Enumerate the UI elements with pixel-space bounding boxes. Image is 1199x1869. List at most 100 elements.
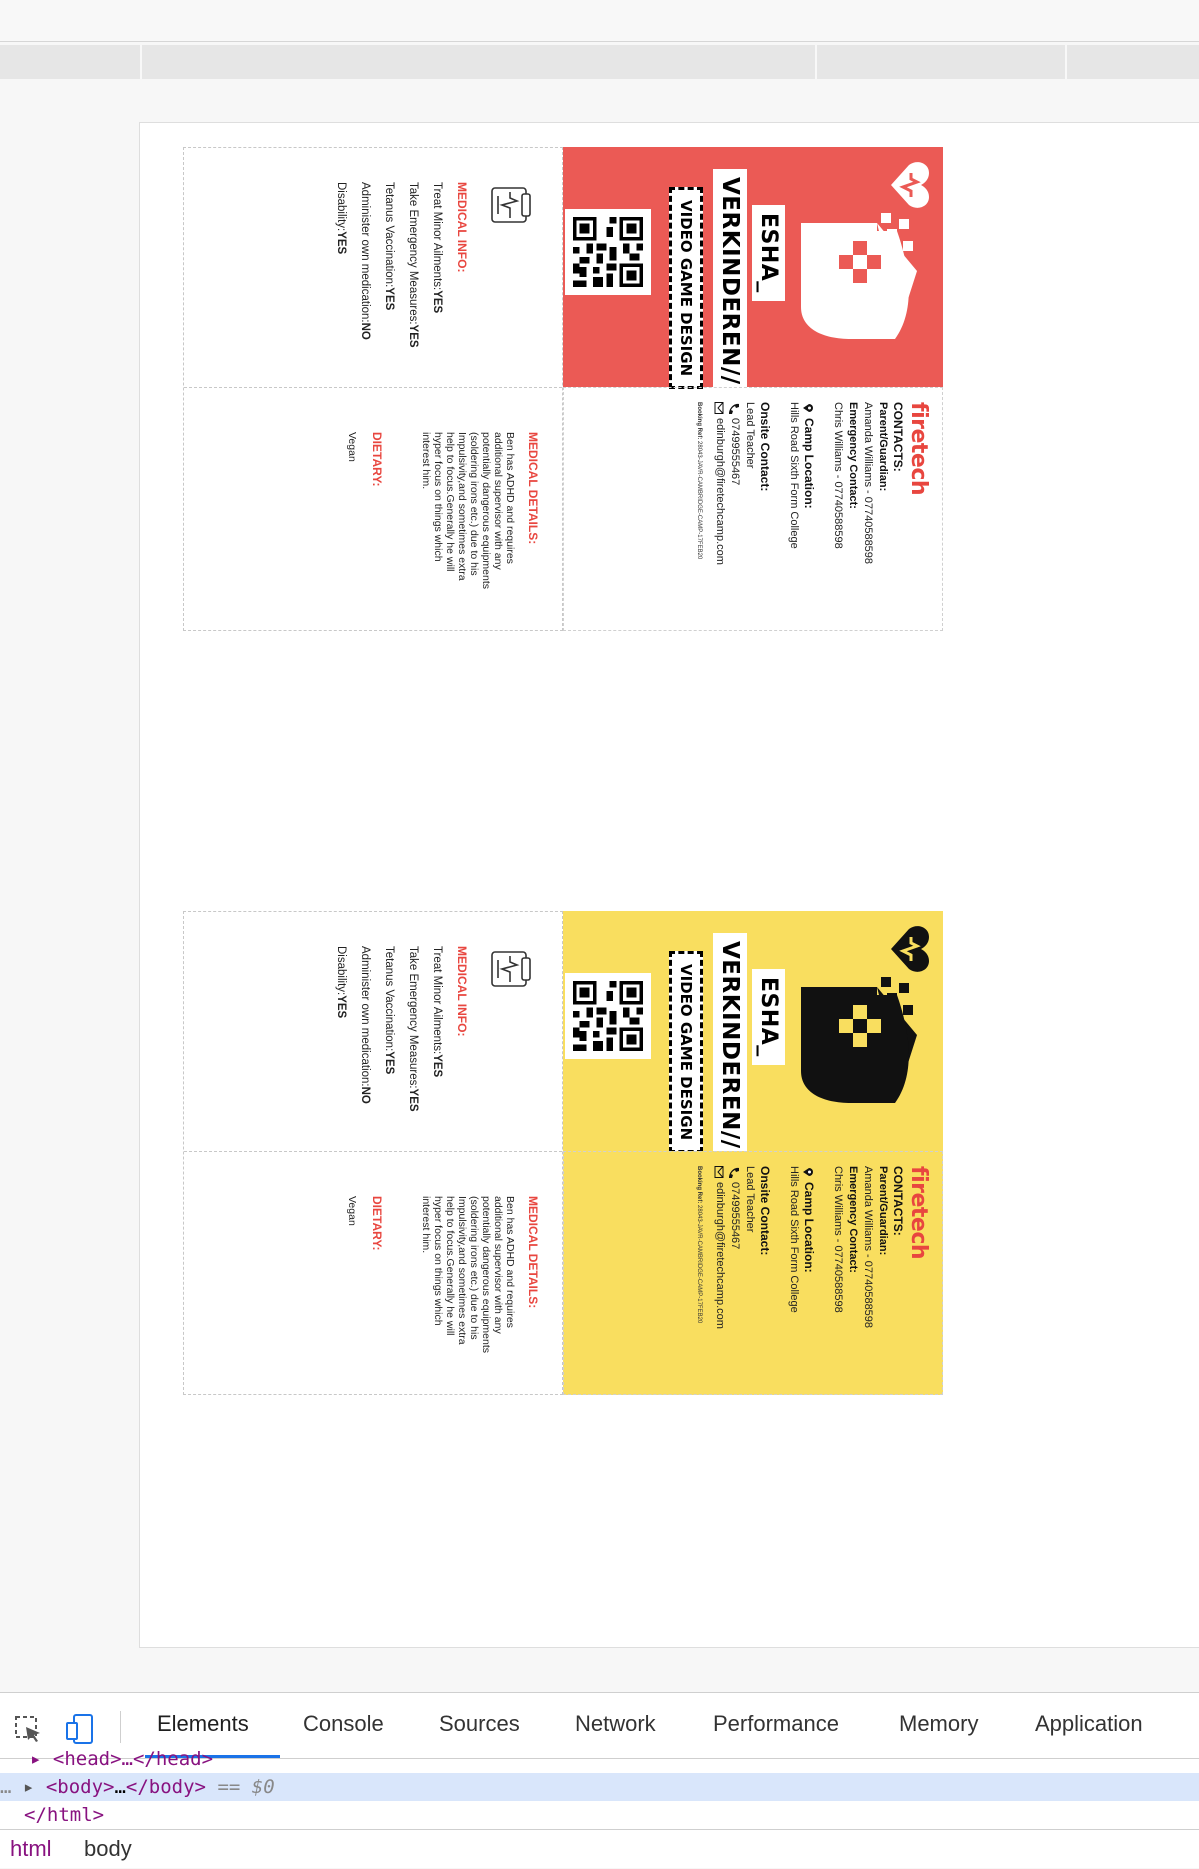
dietary-value: Vegan bbox=[346, 432, 358, 462]
camper-first-name: ESHA_ bbox=[752, 969, 785, 1065]
medical-details-text: Ben has ADHD and requires additional sup… bbox=[420, 432, 516, 590]
minor-ailments-label: Treat Minor Ailments: bbox=[431, 946, 443, 1055]
qr-code bbox=[565, 209, 651, 295]
firetech-logo: firetech bbox=[906, 402, 931, 496]
disability-value: YES bbox=[335, 995, 347, 1019]
parent-value: Amanda Williams - 07740588598 bbox=[862, 402, 874, 565]
dom-dots: … bbox=[0, 1776, 12, 1798]
dietary-heading: DIETARY: bbox=[370, 432, 384, 487]
emergency-measures-label: Take Emergency Measures: bbox=[407, 182, 419, 325]
onsite-contact-value: Lead Teacher bbox=[744, 402, 756, 469]
onsite-contact-label: Onsite Contact: bbox=[758, 402, 772, 492]
contacts-heading: CONTACTS: bbox=[891, 402, 905, 472]
devtools-panel: Elements Console Sources Network Perform… bbox=[0, 1692, 1199, 1868]
mail-icon bbox=[715, 402, 724, 414]
minor-ailments-label: Treat Minor Ailments: bbox=[431, 182, 443, 291]
device-toolbar-icon[interactable] bbox=[64, 1713, 96, 1745]
tetanus-value: YES bbox=[383, 287, 395, 311]
parent-label: Parent/Guardian: bbox=[877, 402, 889, 492]
contacts-heading: CONTACTS: bbox=[891, 1166, 905, 1236]
dom-body-open[interactable]: <body> bbox=[46, 1776, 115, 1798]
pixel-mascot-icon bbox=[801, 213, 917, 339]
emergency-measures: Take Emergency Measures:YES bbox=[407, 182, 419, 373]
dom-body-line[interactable]: … ▸ <body>…</body> == $0 bbox=[0, 1773, 1199, 1801]
dietary-heading: DIETARY: bbox=[370, 1196, 384, 1251]
dom-head-node[interactable]: <head>…</head> bbox=[53, 1748, 213, 1770]
phone-number: 07499555467 bbox=[729, 418, 741, 486]
devtools-separator bbox=[120, 1711, 121, 1743]
booking-ref: Booking Ref: 28043-JAVR-CAMBRIDGE-CAMP-1… bbox=[691, 1166, 706, 1376]
emergency-value: Chris Williams - 07740588598 bbox=[832, 402, 844, 549]
onsite-contact-value: Lead Teacher bbox=[744, 1166, 756, 1233]
emergency-value: Chris Williams - 07740588598 bbox=[832, 1166, 844, 1313]
emergency-label: Emergency Contact: bbox=[847, 1166, 859, 1273]
course-name: VIDEO GAME DESIGN bbox=[669, 951, 703, 1154]
contacts-panel: firetech CONTACTS: Parent/Guardian: Aman… bbox=[563, 1151, 943, 1395]
page-viewport[interactable]: ESHA_ VERKINDEREN// VIDEO GAME DESIGN fi… bbox=[0, 80, 1199, 1692]
phone-icon bbox=[729, 403, 740, 414]
dom-html-close: </html> bbox=[0, 1801, 1199, 1829]
contacts-panel: firetech CONTACTS: Parent/Guardian: Aman… bbox=[563, 387, 943, 631]
toolbar-segment bbox=[1065, 45, 1199, 79]
booking-ref: Booking Ref: 28043-JAVR-CAMBRIDGE-CAMP-1… bbox=[691, 402, 706, 612]
tab-network[interactable]: Network bbox=[575, 1711, 656, 1737]
minor-ailments-value: YES bbox=[431, 1054, 443, 1078]
dom-html-close-node: </html> bbox=[24, 1804, 105, 1826]
dom-head-line[interactable]: ▸ <head>…</head> bbox=[0, 1745, 1199, 1773]
front-logo-panel: ESHA_ VERKINDEREN// VIDEO GAME DESIGN bbox=[563, 147, 943, 393]
camp-location-value: Hills Road Sixth Form College bbox=[788, 1166, 800, 1313]
medical-info-panel: MEDICAL INFO: Treat Minor Ailments:YES T… bbox=[184, 148, 562, 388]
location-pin-icon bbox=[803, 1168, 814, 1176]
own-medication-value: NO bbox=[359, 1086, 371, 1104]
medical-record-icon bbox=[491, 951, 531, 987]
tetanus-vaccination: Tetanus Vaccination:YES bbox=[383, 946, 395, 1137]
tetanus-value: YES bbox=[383, 1051, 395, 1075]
browser-toolbar bbox=[0, 45, 1199, 79]
breadcrumb: html body bbox=[0, 1829, 1199, 1869]
emergency-label: Emergency Contact: bbox=[847, 402, 859, 509]
medical-details-heading: MEDICAL DETAILS: bbox=[526, 1196, 540, 1309]
print-page: ESHA_ VERKINDEREN// VIDEO GAME DESIGN fi… bbox=[139, 122, 1199, 1648]
tab-application[interactable]: Application bbox=[1035, 1711, 1143, 1737]
camper-first-name: ESHA_ bbox=[752, 205, 785, 301]
tab-performance[interactable]: Performance bbox=[713, 1711, 839, 1737]
medical-record-icon bbox=[491, 187, 531, 223]
tab-sources[interactable]: Sources bbox=[439, 1711, 520, 1737]
browser-top-strip bbox=[0, 0, 1199, 42]
location-pin-icon bbox=[803, 404, 814, 412]
disability: Disability:YES bbox=[335, 182, 347, 373]
minor-ailments: Treat Minor Ailments:YES bbox=[431, 946, 443, 1137]
dom-body-close[interactable]: </body> bbox=[126, 1776, 206, 1798]
medical-details-text: Ben has ADHD and requires additional sup… bbox=[420, 1196, 516, 1354]
breadcrumb-html[interactable]: html bbox=[10, 1836, 52, 1862]
onsite-contact-label: Onsite Contact: bbox=[758, 1166, 772, 1256]
medical-info-heading: MEDICAL INFO: bbox=[455, 182, 469, 273]
heart-ticket-icon bbox=[891, 926, 929, 972]
booking-ref-value: 28043-JAVR-CAMBRIDGE-CAMP-17FEB20 bbox=[696, 441, 702, 560]
phone-icon bbox=[729, 1167, 740, 1178]
medical-info-heading: MEDICAL INFO: bbox=[455, 946, 469, 1037]
parent-label: Parent/Guardian: bbox=[877, 1166, 889, 1256]
tab-elements[interactable]: Elements bbox=[157, 1711, 249, 1737]
dietary-value: Vegan bbox=[346, 1196, 358, 1226]
parent-value: Amanda Williams - 07740588598 bbox=[862, 1166, 874, 1329]
email-address: edinburgh@firetechcamp.com bbox=[714, 418, 726, 565]
toolbar-segment bbox=[140, 45, 815, 79]
own-medication-label: Administer own medication: bbox=[359, 946, 371, 1087]
tab-console[interactable]: Console bbox=[303, 1711, 384, 1737]
booking-ref-value: 28043-JAVR-CAMBRIDGE-CAMP-17FEB20 bbox=[696, 1205, 702, 1324]
disability-label: Disability: bbox=[335, 182, 347, 232]
breadcrumb-body[interactable]: body bbox=[84, 1836, 132, 1862]
course-name: VIDEO GAME DESIGN bbox=[669, 187, 703, 390]
minor-ailments-value: YES bbox=[431, 290, 443, 314]
inspect-element-icon[interactable] bbox=[12, 1713, 44, 1745]
tetanus-label: Tetanus Vaccination: bbox=[383, 182, 395, 288]
own-medication: Administer own medication:NO bbox=[359, 946, 371, 1137]
camper-surname: VERKINDEREN// bbox=[713, 169, 747, 393]
heart-ticket-icon bbox=[891, 162, 929, 208]
disability-label: Disability: bbox=[335, 946, 347, 996]
camper-surname: VERKINDEREN// bbox=[713, 933, 747, 1157]
qr-code bbox=[565, 973, 651, 1059]
own-medication-label: Administer own medication: bbox=[359, 182, 371, 323]
tab-memory[interactable]: Memory bbox=[899, 1711, 978, 1737]
